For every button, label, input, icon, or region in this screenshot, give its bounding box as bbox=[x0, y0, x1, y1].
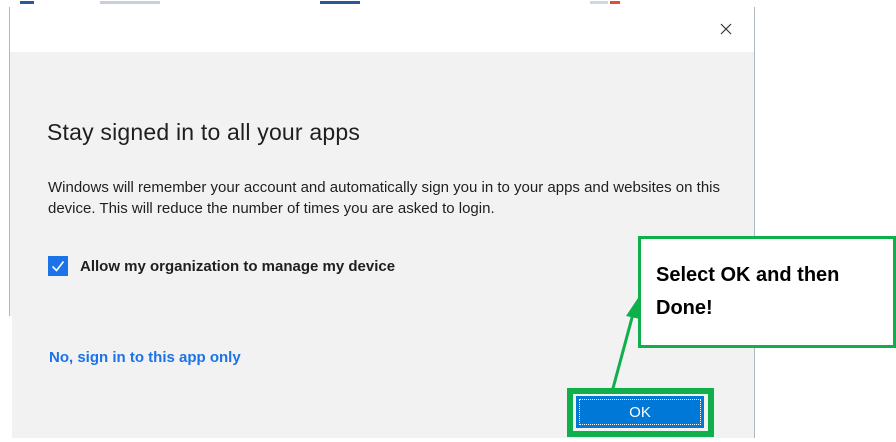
ok-button[interactable]: OK bbox=[576, 396, 704, 428]
instruction-callout: Select OK and then Done! bbox=[638, 236, 896, 348]
manage-device-checkbox[interactable] bbox=[48, 256, 68, 276]
checkmark-icon bbox=[51, 261, 65, 272]
dialog-title: Stay signed in to all your apps bbox=[47, 119, 361, 145]
close-button[interactable] bbox=[714, 17, 738, 41]
checkbox-label: Allow my organization to manage my devic… bbox=[80, 257, 396, 275]
callout-text: Select OK and then Done! bbox=[656, 264, 840, 319]
sign-in-this-app-only-link[interactable]: No, sign in to this app only bbox=[49, 349, 241, 366]
manage-device-checkbox-row[interactable]: Allow my organization to manage my devic… bbox=[48, 256, 395, 276]
stay-signed-in-dialog: Stay signed in to all your apps Windows … bbox=[9, 7, 755, 438]
dialog-titlebar bbox=[10, 7, 754, 52]
dialog-description: Windows will remember your account and a… bbox=[48, 179, 720, 217]
close-icon bbox=[720, 23, 732, 35]
screenshot-crop-cover bbox=[0, 316, 12, 442]
